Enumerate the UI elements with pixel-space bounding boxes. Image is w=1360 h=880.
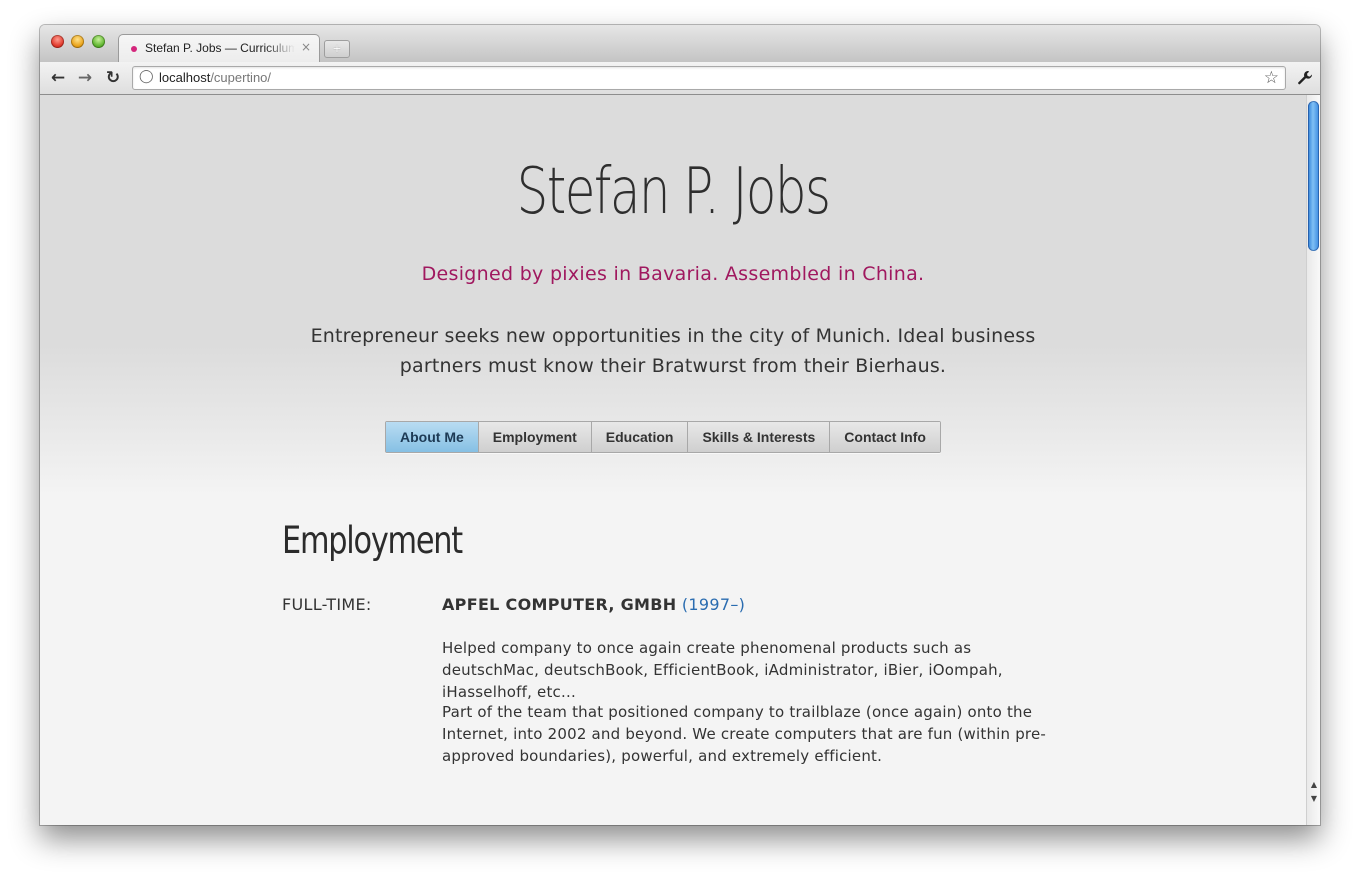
section-heading: Employment [282, 519, 463, 562]
scroll-up-icon[interactable]: ▲ [1307, 779, 1320, 791]
hero-section: Stefan P. Jobs Designed by pixies in Bav… [40, 95, 1306, 495]
address-bar[interactable]: ◯ localhost/cupertino/ ☆ [132, 66, 1286, 90]
url-text[interactable]: localhost/cupertino/ [159, 70, 271, 85]
nav-education[interactable]: Education [590, 422, 688, 452]
scroll-down-icon[interactable]: ▼ [1307, 793, 1320, 805]
browser-tab[interactable]: Stefan P. Jobs — Curriculum × [118, 34, 320, 63]
job-years: (1997–) [681, 595, 746, 614]
new-tab-button[interactable]: + [324, 40, 350, 58]
tab-title: Stefan P. Jobs — Curriculum [145, 41, 295, 55]
job-type-label: FULL-TIME: [282, 595, 372, 614]
favicon-icon [131, 46, 137, 52]
back-icon[interactable]: ← [47, 67, 69, 89]
vertical-scrollbar[interactable]: ▲ ▼ [1306, 95, 1320, 825]
wrench-icon[interactable] [1294, 67, 1316, 89]
close-icon[interactable]: × [301, 40, 311, 54]
star-icon[interactable]: ☆ [1264, 67, 1279, 89]
zoom-window-button[interactable] [92, 35, 105, 48]
page-viewport: Stefan P. Jobs Designed by pixies in Bav… [40, 95, 1306, 825]
globe-icon: ◯ [139, 69, 154, 84]
nav-contact-info[interactable]: Contact Info [829, 422, 940, 452]
url-host: localhost [159, 70, 211, 85]
section-nav: About Me Employment Education Skills & I… [385, 421, 941, 453]
forward-icon[interactable]: → [74, 67, 96, 89]
url-path: /cupertino/ [210, 70, 272, 85]
toolbar: ← → ↻ ◯ localhost/cupertino/ ☆ [40, 62, 1320, 95]
tagline: Designed by pixies in Bavaria. Assembled… [421, 263, 925, 285]
nav-employment[interactable]: Employment [477, 422, 591, 452]
tab-strip: Stefan P. Jobs — Curriculum × + [40, 25, 1320, 63]
job-description: Part of the team that positioned company… [442, 703, 1046, 765]
job-heading: APFEL COMPUTER, GMBH (1997–) [442, 595, 745, 614]
minimize-window-button[interactable] [71, 35, 84, 48]
close-window-button[interactable] [51, 35, 64, 48]
nav-about-me[interactable]: About Me [386, 422, 478, 452]
nav-skills-interests[interactable]: Skills & Interests [687, 422, 830, 452]
page-title: Stefan P. Jobs [516, 155, 831, 229]
reload-icon[interactable]: ↻ [102, 67, 124, 89]
job-description: Helped company to once again create phen… [442, 639, 1003, 701]
scrollbar-thumb[interactable] [1308, 101, 1319, 251]
intro-text: Entrepreneur seeks new opportunities in … [310, 325, 1036, 377]
company-name: APFEL COMPUTER, GMBH [442, 595, 677, 614]
browser-window: Stefan P. Jobs — Curriculum × + ← → ↻ ◯ … [40, 25, 1320, 825]
